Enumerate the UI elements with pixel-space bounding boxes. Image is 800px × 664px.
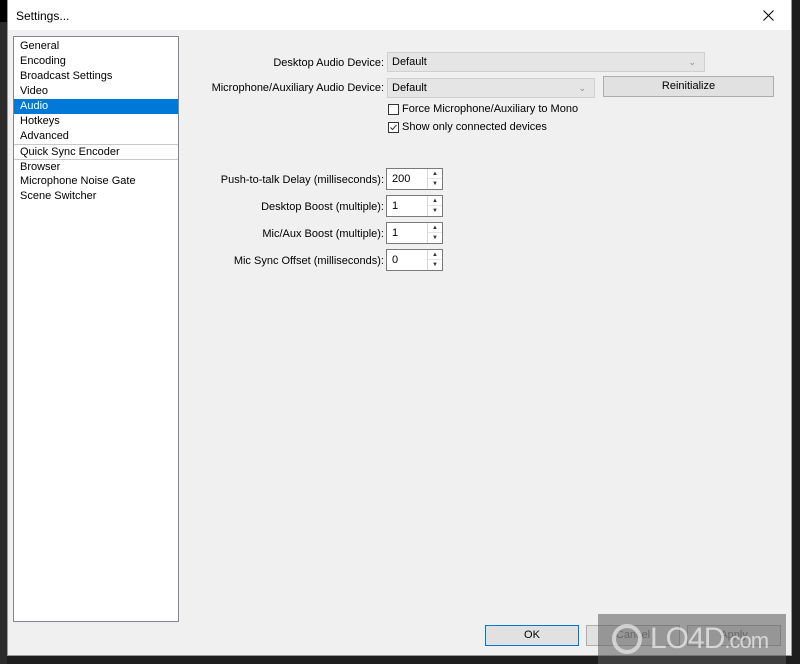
mic-aux-boost-spinner[interactable]: 1 ▲ ▼	[386, 222, 443, 244]
sidebar-item-general[interactable]: General	[14, 39, 178, 54]
sidebar-item-encoding[interactable]: Encoding	[14, 54, 178, 69]
mic-sync-offset-label: Mic Sync Offset (milliseconds):	[233, 255, 384, 267]
window-title: Settings...	[16, 9, 70, 23]
watermark-text: LO4D.com	[650, 622, 769, 655]
desktop-audio-device-label: Desktop Audio Device:	[273, 57, 384, 69]
spin-up-icon[interactable]: ▲	[428, 196, 442, 206]
desktop-boost-spinner[interactable]: 1 ▲ ▼	[386, 195, 443, 217]
desktop-background	[0, 0, 7, 664]
desktop-background-top	[0, 0, 7, 22]
close-button[interactable]	[745, 0, 791, 30]
sidebar-item-video[interactable]: Video	[14, 84, 178, 99]
mic-audio-device-label: Microphone/Auxiliary Audio Device:	[211, 82, 384, 94]
close-icon	[762, 9, 774, 21]
sidebar-item-audio[interactable]: Audio	[14, 99, 178, 114]
lo4d-watermark: LO4D.com	[598, 614, 786, 664]
mic-sync-offset-spinner[interactable]: 0 ▲ ▼	[386, 249, 443, 271]
spin-down-icon[interactable]: ▼	[428, 206, 442, 216]
force-mono-checkbox[interactable]: Force Microphone/Auxiliary to Mono	[388, 103, 578, 115]
settings-category-list[interactable]: General Encoding Broadcast Settings Vide…	[13, 36, 179, 622]
lo4d-logo-icon	[612, 624, 642, 654]
spinner-arrows: ▲ ▼	[427, 250, 442, 270]
settings-dialog: Settings... General Encoding Broadcast S…	[7, 0, 792, 656]
sidebar-item-browser[interactable]: Browser	[14, 159, 178, 174]
spin-down-icon[interactable]: ▼	[428, 179, 442, 189]
spin-down-icon[interactable]: ▼	[428, 260, 442, 270]
spinner-arrows: ▲ ▼	[427, 196, 442, 216]
spin-down-icon[interactable]: ▼	[428, 233, 442, 243]
sidebar-item-microphone-noise-gate[interactable]: Microphone Noise Gate	[14, 174, 178, 189]
sidebar-item-broadcast-settings[interactable]: Broadcast Settings	[14, 69, 178, 84]
checkmark-icon	[388, 121, 399, 133]
mic-aux-boost-label: Mic/Aux Boost (multiple):	[262, 228, 384, 240]
sidebar-item-quick-sync-encoder[interactable]: Quick Sync Encoder	[14, 144, 178, 159]
show-connected-devices-label: Show only connected devices	[402, 121, 547, 133]
mic-sync-offset-value: 0	[392, 254, 399, 266]
push-to-talk-delay-value: 200	[392, 173, 411, 185]
ok-button[interactable]: OK	[485, 625, 579, 646]
sidebar-item-advanced[interactable]: Advanced	[14, 129, 178, 144]
mic-audio-device-value: Default	[392, 82, 427, 94]
spinner-arrows: ▲ ▼	[427, 223, 442, 243]
sidebar-item-scene-switcher[interactable]: Scene Switcher	[14, 189, 178, 204]
push-to-talk-delay-label: Push-to-talk Delay (milliseconds):	[220, 174, 384, 186]
desktop-audio-device-value: Default	[392, 56, 427, 68]
force-mono-label: Force Microphone/Auxiliary to Mono	[402, 103, 579, 115]
checkbox-unchecked-icon	[388, 103, 399, 115]
sidebar-item-hotkeys[interactable]: Hotkeys	[14, 114, 178, 129]
spinner-arrows: ▲ ▼	[427, 169, 442, 189]
spin-up-icon[interactable]: ▲	[428, 250, 442, 260]
spin-up-icon[interactable]: ▲	[428, 223, 442, 233]
chevron-down-icon: ⌄	[578, 83, 586, 93]
desktop-boost-label: Desktop Boost (multiple):	[261, 201, 384, 213]
push-to-talk-delay-spinner[interactable]: 200 ▲ ▼	[386, 168, 443, 190]
spin-up-icon[interactable]: ▲	[428, 169, 442, 179]
desktop-audio-device-dropdown[interactable]: Default ⌄	[387, 52, 705, 72]
mic-aux-boost-value: 1	[392, 227, 399, 239]
title-bar: Settings...	[8, 0, 791, 30]
chevron-down-icon: ⌄	[688, 57, 696, 67]
show-connected-devices-checkbox[interactable]: Show only connected devices	[388, 121, 547, 133]
reinitialize-button[interactable]: Reinitialize	[603, 76, 774, 97]
desktop-boost-value: 1	[392, 200, 399, 212]
mic-audio-device-dropdown[interactable]: Default ⌄	[387, 78, 595, 98]
